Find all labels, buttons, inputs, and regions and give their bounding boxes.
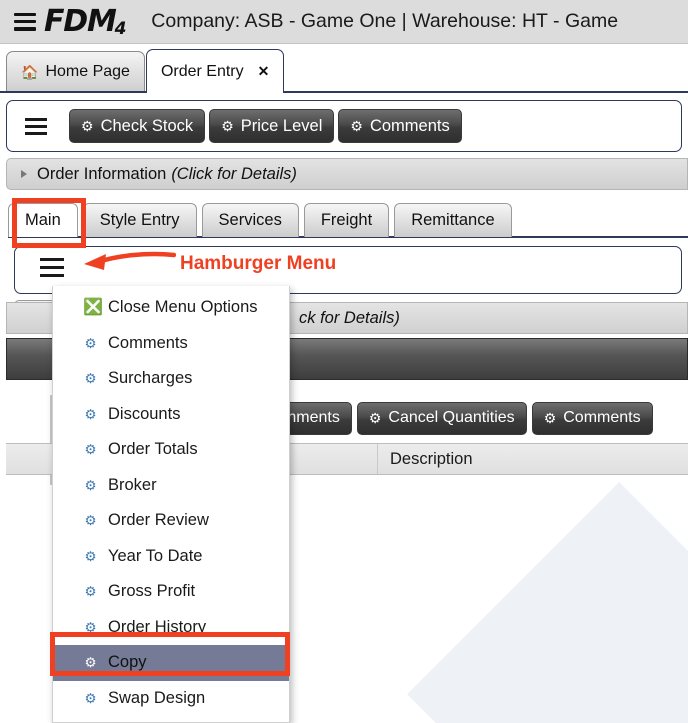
toolbar-hamburger-icon[interactable] xyxy=(25,118,47,135)
menu-item-label: Broker xyxy=(108,476,157,495)
tab-order-entry-label: Order Entry xyxy=(161,63,244,81)
tab-remittance[interactable]: Remittance xyxy=(394,203,511,237)
gear-icon: ⚙ xyxy=(544,411,557,425)
global-hamburger-icon[interactable] xyxy=(14,13,36,31)
menu-item-label: Comments xyxy=(108,334,188,353)
menu-item-label: Close Menu Options xyxy=(108,298,258,317)
price-level-button-label: Price Level xyxy=(241,117,323,136)
gear-icon: ⚙ xyxy=(350,119,363,133)
caret-right-icon xyxy=(21,170,27,178)
menu-item-label: Order Review xyxy=(108,511,209,530)
gear-icon: ⚙ xyxy=(83,408,98,422)
gear-icon: ⚙ xyxy=(83,514,98,528)
menu-item-broker[interactable]: ⚙ Broker xyxy=(53,468,289,504)
order-information-hint-2: ck for Details) xyxy=(299,309,400,328)
tab-freight[interactable]: Freight xyxy=(304,203,389,237)
order-information-bar[interactable]: Order Information (Click for Details) xyxy=(6,158,688,190)
close-icon[interactable]: ✕ xyxy=(258,63,270,80)
order-action-toolbar: ⚙ Check Stock ⚙ Price Level ⚙ Comments xyxy=(6,100,682,152)
gear-icon: ⚙ xyxy=(83,621,98,635)
gear-icon: ⚙ xyxy=(83,692,98,706)
tab-style-entry[interactable]: Style Entry xyxy=(83,203,197,237)
gear-icon: ⚙ xyxy=(83,550,98,564)
gear-icon: ⚙ xyxy=(83,656,98,670)
menu-item-label: Copy xyxy=(108,653,147,672)
cancel-quantities-button-label: Cancel Quantities xyxy=(388,409,514,427)
menu-item-year-to-date[interactable]: ⚙ Year To Date xyxy=(53,539,289,575)
menu-item-copy[interactable]: ⚙ Copy xyxy=(53,645,289,681)
left-arrow-icon xyxy=(76,250,176,276)
fdm4-logo: FDM4 xyxy=(44,7,125,37)
app-header: FDM4 Company: ASB - Game One | Warehouse… xyxy=(0,0,688,44)
order-information-hint: (Click for Details) xyxy=(171,165,297,184)
check-stock-button[interactable]: ⚙ Check Stock xyxy=(69,109,205,143)
tab-home-page[interactable]: 🏠 Home Page xyxy=(6,51,145,91)
menu-item-label: Gross Profit xyxy=(108,582,195,601)
menu-item-order-review[interactable]: ⚙ Order Review xyxy=(53,503,289,539)
grid-comments-button-label: Comments xyxy=(563,409,640,427)
comments-button[interactable]: ⚙ Comments xyxy=(338,109,461,143)
background-watermark xyxy=(407,482,688,723)
cancel-quantities-button[interactable]: ⚙ Cancel Quantities xyxy=(357,402,527,435)
menu-item-label: Year To Date xyxy=(108,547,203,566)
menu-item-label: Surcharges xyxy=(108,369,192,388)
gear-icon: ⚙ xyxy=(81,119,94,133)
tab-main[interactable]: Main xyxy=(8,203,78,237)
menu-item-discounts[interactable]: ⚙ Discounts xyxy=(53,397,289,433)
price-level-button[interactable]: ⚙ Price Level xyxy=(209,109,334,143)
comments-button-label: Comments xyxy=(370,117,450,136)
main-panel-hamburger-icon[interactable] xyxy=(40,258,64,277)
menu-item-label: Order Totals xyxy=(108,440,198,459)
gear-icon: ⚙ xyxy=(83,443,98,457)
hamburger-dropdown-menu: ❎ Close Menu Options ⚙ Comments ⚙ Surcha… xyxy=(52,286,290,723)
menu-item-comments[interactable]: ⚙ Comments xyxy=(53,326,289,362)
header-company-warehouse-title: Company: ASB - Game One | Warehouse: HT … xyxy=(151,10,618,33)
grid-column-header-description[interactable]: Description xyxy=(378,444,688,474)
menu-item-order-history[interactable]: ⚙ Order History xyxy=(53,610,289,646)
menu-item-surcharges[interactable]: ⚙ Surcharges xyxy=(53,361,289,397)
app-root: ck for Details) ⚙ ttachments ⚙ Cancel Qu… xyxy=(0,0,688,723)
grid-comments-button[interactable]: ⚙ Comments xyxy=(532,402,653,435)
logo-subscript: 4 xyxy=(115,21,126,38)
tab-order-entry[interactable]: Order Entry ✕ xyxy=(146,49,284,93)
order-information-label: Order Information xyxy=(37,165,166,184)
close-circle-icon: ❎ xyxy=(83,300,98,316)
home-icon: 🏠 xyxy=(21,65,38,79)
sub-tab-bar: Main Style Entry Services Freight Remitt… xyxy=(8,201,688,237)
browser-tab-strip: 🏠 Home Page Order Entry ✕ xyxy=(0,45,688,93)
gear-icon: ⚙ xyxy=(83,585,98,599)
check-stock-button-label: Check Stock xyxy=(101,117,194,136)
menu-item-label: Order History xyxy=(108,618,206,637)
tab-services[interactable]: Services xyxy=(202,203,299,237)
menu-item-close-menu-options[interactable]: ❎ Close Menu Options xyxy=(53,290,289,326)
logo-text: FDM xyxy=(44,7,116,37)
gear-icon: ⚙ xyxy=(83,337,98,351)
tab-home-page-label: Home Page xyxy=(45,63,130,81)
annotation-hamburger-menu-label: Hamburger Menu xyxy=(180,253,336,275)
gear-icon: ⚙ xyxy=(83,372,98,386)
gear-icon: ⚙ xyxy=(221,119,234,133)
gear-icon: ⚙ xyxy=(83,479,98,493)
menu-item-swap-design[interactable]: ⚙ Swap Design xyxy=(53,681,289,717)
menu-item-order-totals[interactable]: ⚙ Order Totals xyxy=(53,432,289,468)
menu-item-label: Discounts xyxy=(108,405,180,424)
menu-item-label: Swap Design xyxy=(108,689,205,708)
menu-item-gross-profit[interactable]: ⚙ Gross Profit xyxy=(53,574,289,610)
gear-icon: ⚙ xyxy=(369,411,382,425)
